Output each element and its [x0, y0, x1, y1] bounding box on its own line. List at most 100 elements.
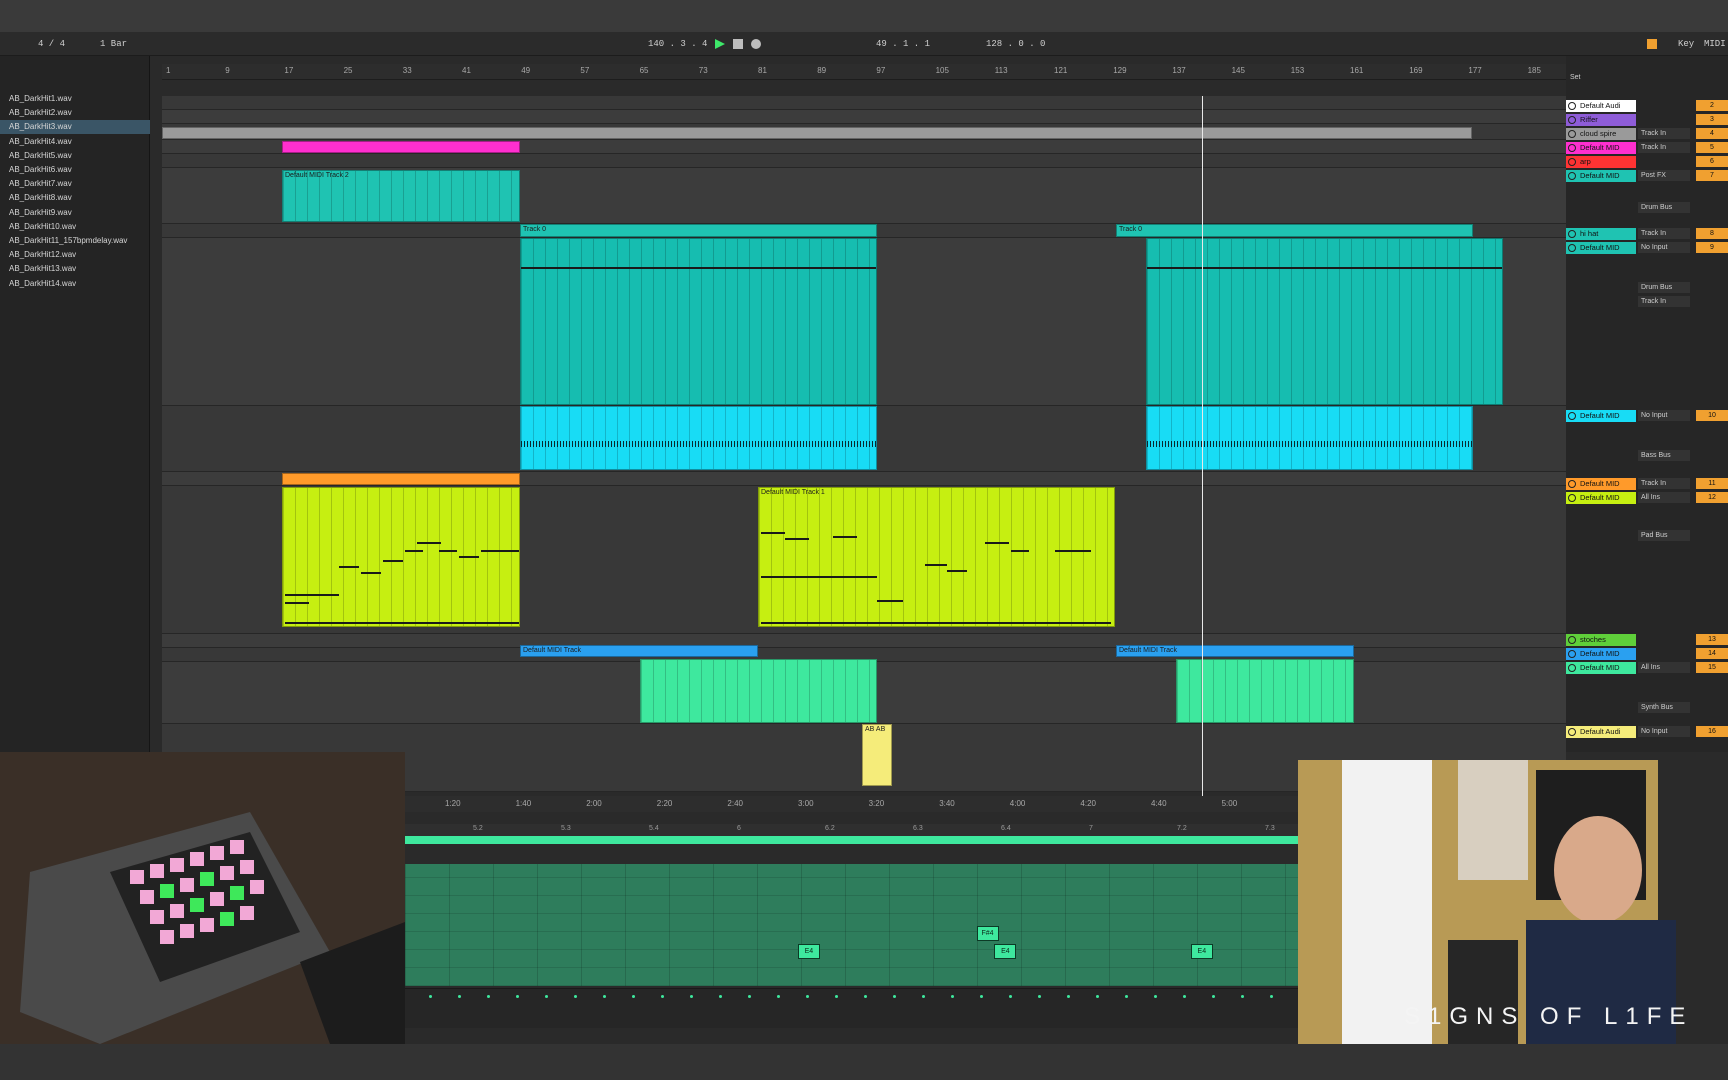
time-signature[interactable]: 4 / 4 — [38, 37, 65, 51]
mixer-track-row[interactable]: arp 6 — [1566, 156, 1728, 168]
velocity-marker[interactable] — [516, 995, 519, 998]
velocity-marker[interactable] — [777, 995, 780, 998]
velocity-marker[interactable] — [1241, 995, 1244, 998]
mixer-track-row[interactable]: Default MID Post FX 7 — [1566, 170, 1728, 182]
tempo-field[interactable]: 140 . 3 . 4 — [648, 37, 707, 51]
browser-file-item[interactable]: AB_DarkHit1.wav — [0, 92, 150, 106]
track-lane[interactable] — [162, 154, 1566, 168]
track-activator-icon[interactable] — [1568, 412, 1576, 420]
velocity-marker[interactable] — [574, 995, 577, 998]
record-icon[interactable] — [750, 38, 762, 50]
velocity-marker[interactable] — [690, 995, 693, 998]
track-activator-icon[interactable] — [1568, 664, 1576, 672]
bus-routing[interactable]: Pad Bus — [1638, 530, 1690, 541]
track-header[interactable]: Default MID — [1566, 478, 1636, 490]
track-input-routing[interactable]: No Input — [1638, 410, 1690, 421]
browser-file-item[interactable]: AB_DarkHit2.wav — [0, 106, 150, 120]
browser-file-item[interactable]: AB_DarkHit6.wav — [0, 163, 150, 177]
mixer-track-row[interactable]: cloud spire Track In 4 — [1566, 128, 1728, 140]
velocity-lane[interactable] — [405, 988, 1298, 1028]
velocity-marker[interactable] — [545, 995, 548, 998]
track-input-routing[interactable]: Post FX — [1638, 170, 1690, 181]
track-activator-icon[interactable] — [1568, 650, 1576, 658]
track-input-routing[interactable]: Track In — [1638, 478, 1690, 489]
track-header[interactable]: cloud spire — [1566, 128, 1636, 140]
loop-length-field[interactable]: 128 . 0 . 0 — [986, 37, 1045, 51]
browser-file-item[interactable]: AB_DarkHit13.wav — [0, 262, 150, 276]
browser-file-item[interactable]: AB_DarkHit9.wav — [0, 206, 150, 220]
playhead[interactable] — [1202, 96, 1203, 800]
pencil-icon[interactable] — [1646, 38, 1658, 50]
track-input-routing[interactable]: Track In — [1638, 128, 1690, 139]
stop-icon[interactable] — [732, 38, 744, 50]
arrangement-ruler[interactable]: 1 9 17 25 33 41 49 57 65 73 81 89 97 105 113 121 129 137 1… — [162, 64, 1566, 80]
clip-hihat-b[interactable] — [1146, 406, 1473, 470]
mixer-track-row[interactable]: Default MID All Ins 15 — [1566, 662, 1728, 674]
velocity-marker[interactable] — [922, 995, 925, 998]
clip-pink[interactable] — [282, 141, 520, 153]
track-header[interactable]: Default Audi — [1566, 100, 1636, 112]
track-input-routing[interactable]: All Ins — [1638, 492, 1690, 503]
browser-file-item[interactable]: AB_DarkHit7.wav — [0, 177, 150, 191]
clip-default-midi-track-1[interactable]: Default MIDI Track 1 — [758, 487, 1115, 627]
track-header[interactable]: Default MID — [1566, 492, 1636, 504]
velocity-marker[interactable] — [458, 995, 461, 998]
clip-default-midi-track-b[interactable]: Default MIDI Track — [1116, 645, 1354, 657]
midi-note[interactable]: F#4 — [976, 926, 999, 941]
clip-view-ruler[interactable]: 5.2 5.3 5.4 6 6.2 6.3 6.4 7 7.2 7.3 — [405, 824, 1298, 836]
mixer-track-row[interactable]: stoches 13 — [1566, 634, 1728, 646]
track-header[interactable]: Default MID — [1566, 242, 1636, 254]
track-activator-icon[interactable] — [1568, 116, 1576, 124]
midi-map-button[interactable]: MIDI — [1704, 37, 1726, 51]
clip-drum-b[interactable] — [1146, 238, 1503, 405]
track-activator-icon[interactable] — [1568, 130, 1576, 138]
clip-default-midi-track-a[interactable]: Default MIDI Track — [520, 645, 758, 657]
track-activator-icon[interactable] — [1568, 144, 1576, 152]
track-header[interactable]: Default MID — [1566, 142, 1636, 154]
clip-hihat-a[interactable] — [520, 406, 877, 470]
bus-routing[interactable]: Drum Bus — [1638, 202, 1690, 213]
velocity-marker[interactable] — [632, 995, 635, 998]
velocity-marker[interactable] — [835, 995, 838, 998]
velocity-marker[interactable] — [806, 995, 809, 998]
track-activator-icon[interactable] — [1568, 158, 1576, 166]
track-input-routing[interactable]: All Ins — [1638, 662, 1690, 673]
track-header[interactable]: Default MID — [1566, 410, 1636, 422]
track-header[interactable]: Riffer — [1566, 114, 1636, 126]
velocity-marker[interactable] — [748, 995, 751, 998]
velocity-marker[interactable] — [1154, 995, 1157, 998]
midi-note[interactable]: E4 — [797, 944, 820, 959]
mixer-track-row[interactable]: Default MID Track In 5 — [1566, 142, 1728, 154]
position-field[interactable]: 49 . 1 . 1 — [876, 37, 930, 51]
velocity-marker[interactable] — [603, 995, 606, 998]
velocity-marker[interactable] — [1096, 995, 1099, 998]
velocity-marker[interactable] — [1067, 995, 1070, 998]
browser-file-item[interactable]: AB_DarkHit11_157bpmdelay.wav — [0, 234, 150, 248]
velocity-marker[interactable] — [1270, 995, 1273, 998]
clip-track-0-b[interactable]: Track 0 — [1116, 224, 1473, 237]
velocity-marker[interactable] — [1125, 995, 1128, 998]
mixer-track-row[interactable]: Riffer 3 — [1566, 114, 1728, 126]
track-activator-icon[interactable] — [1568, 102, 1576, 110]
track-activator-icon[interactable] — [1568, 636, 1576, 644]
track-header[interactable]: Default Audi — [1566, 726, 1636, 738]
clip-drum-a[interactable] — [520, 238, 877, 405]
clip-cloud-spire[interactable] — [162, 127, 1472, 139]
mixer-track-row[interactable]: Default Audi No Input 16 — [1566, 726, 1728, 738]
mixer-track-row[interactable]: Default MID No Input 10 — [1566, 410, 1728, 422]
track-header[interactable]: stoches — [1566, 634, 1636, 646]
midi-note[interactable]: E4 — [994, 944, 1017, 959]
browser-file-item[interactable]: AB_DarkHit5.wav — [0, 149, 150, 163]
clip-audio-small[interactable]: AB AB — [862, 724, 892, 786]
track-lane[interactable] — [162, 96, 1566, 110]
velocity-marker[interactable] — [1038, 995, 1041, 998]
clip-synth-a[interactable] — [640, 659, 877, 723]
time-ruler[interactable]: 1:20 1:40 2:00 2:20 2:40 3:00 3:20 3:40 4:00 4:20… — [405, 796, 1298, 812]
mixer-track-row[interactable]: Default Audi 2 — [1566, 100, 1728, 112]
track-lane[interactable] — [162, 634, 1566, 648]
track-activator-icon[interactable] — [1568, 480, 1576, 488]
velocity-marker[interactable] — [951, 995, 954, 998]
track-activator-icon[interactable] — [1568, 230, 1576, 238]
track-activator-icon[interactable] — [1568, 728, 1576, 736]
midi-note[interactable]: E4 — [1190, 944, 1213, 959]
